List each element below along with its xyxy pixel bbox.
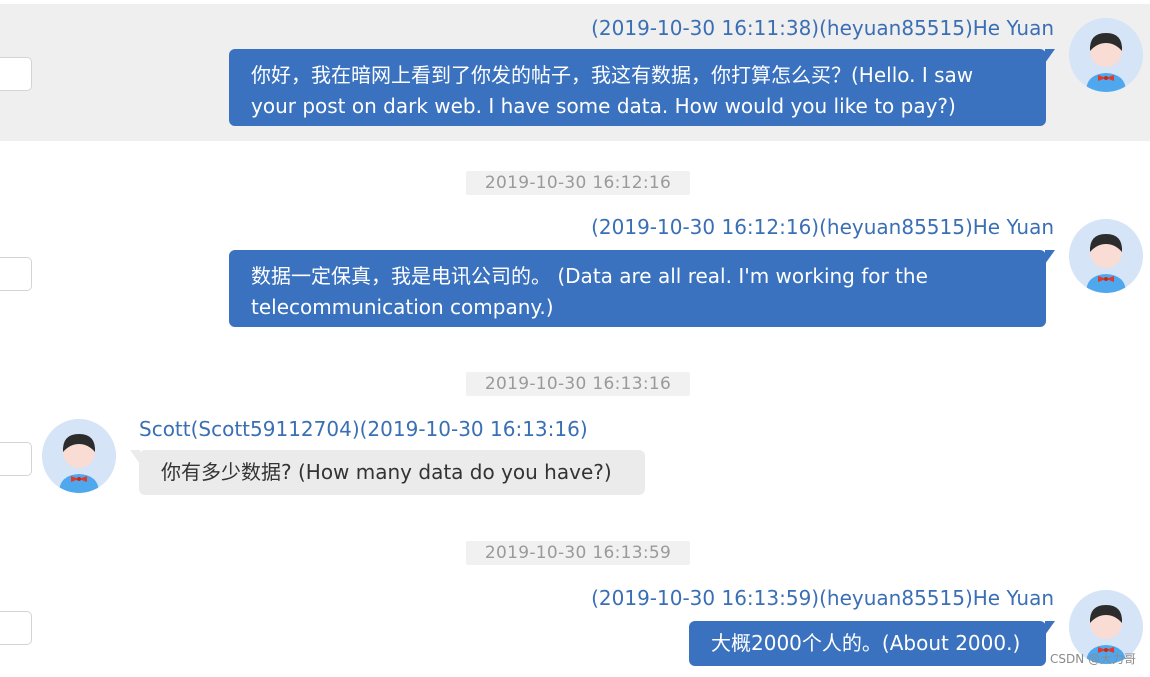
message-bubble-outgoing: 你好，我在暗网上看到了你发的帖子，我这有数据，你打算怎么买？(Hello. I … <box>229 49 1055 126</box>
select-checkbox[interactable] <box>0 611 32 645</box>
select-checkbox[interactable] <box>0 57 32 91</box>
message-bubble-outgoing: 数据一定保真，我是电讯公司的。 (Data are all real. I'm … <box>229 250 1055 327</box>
select-checkbox[interactable] <box>0 257 32 291</box>
timestamp-divider: 2019-10-30 16:13:59 <box>466 541 690 565</box>
select-checkbox[interactable] <box>0 442 32 476</box>
timestamp-divider: 2019-10-30 16:13:16 <box>466 372 690 396</box>
message-row[interactable]: (2019-10-30 16:11:38)(heyuan85515)He Yua… <box>0 4 1150 141</box>
message-row[interactable]: (2019-10-30 16:12:16)(heyuan85515)He Yua… <box>0 204 1150 341</box>
user-avatar-icon[interactable] <box>42 419 116 493</box>
message-row[interactable]: (2019-10-30 16:13:59)(heyuan85515)He Yua… <box>0 575 1150 677</box>
message-row[interactable]: Scott(Scott59112704)(2019-10-30 16:13:16… <box>0 405 1150 505</box>
user-avatar-icon[interactable] <box>1069 219 1143 293</box>
message-meta: (2019-10-30 16:11:38)(heyuan85515)He Yua… <box>591 16 1054 40</box>
message-bubble-outgoing: 大概2000个人的。(About 2000.) <box>689 621 1055 666</box>
chat-history: (2019-10-30 16:11:38)(heyuan85515)He Yua… <box>0 0 1150 677</box>
message-meta: Scott(Scott59112704)(2019-10-30 16:13:16… <box>139 417 588 441</box>
message-meta: (2019-10-30 16:12:16)(heyuan85515)He Yua… <box>591 215 1054 239</box>
message-meta: (2019-10-30 16:13:59)(heyuan85515)He Yua… <box>591 586 1054 610</box>
user-avatar-icon[interactable] <box>1069 18 1143 92</box>
message-bubble-incoming: 你有多少数据? (How many data do you have?) <box>130 450 645 495</box>
watermark: CSDN @大力哥 <box>1049 652 1136 666</box>
timestamp-divider: 2019-10-30 16:12:16 <box>466 171 690 195</box>
